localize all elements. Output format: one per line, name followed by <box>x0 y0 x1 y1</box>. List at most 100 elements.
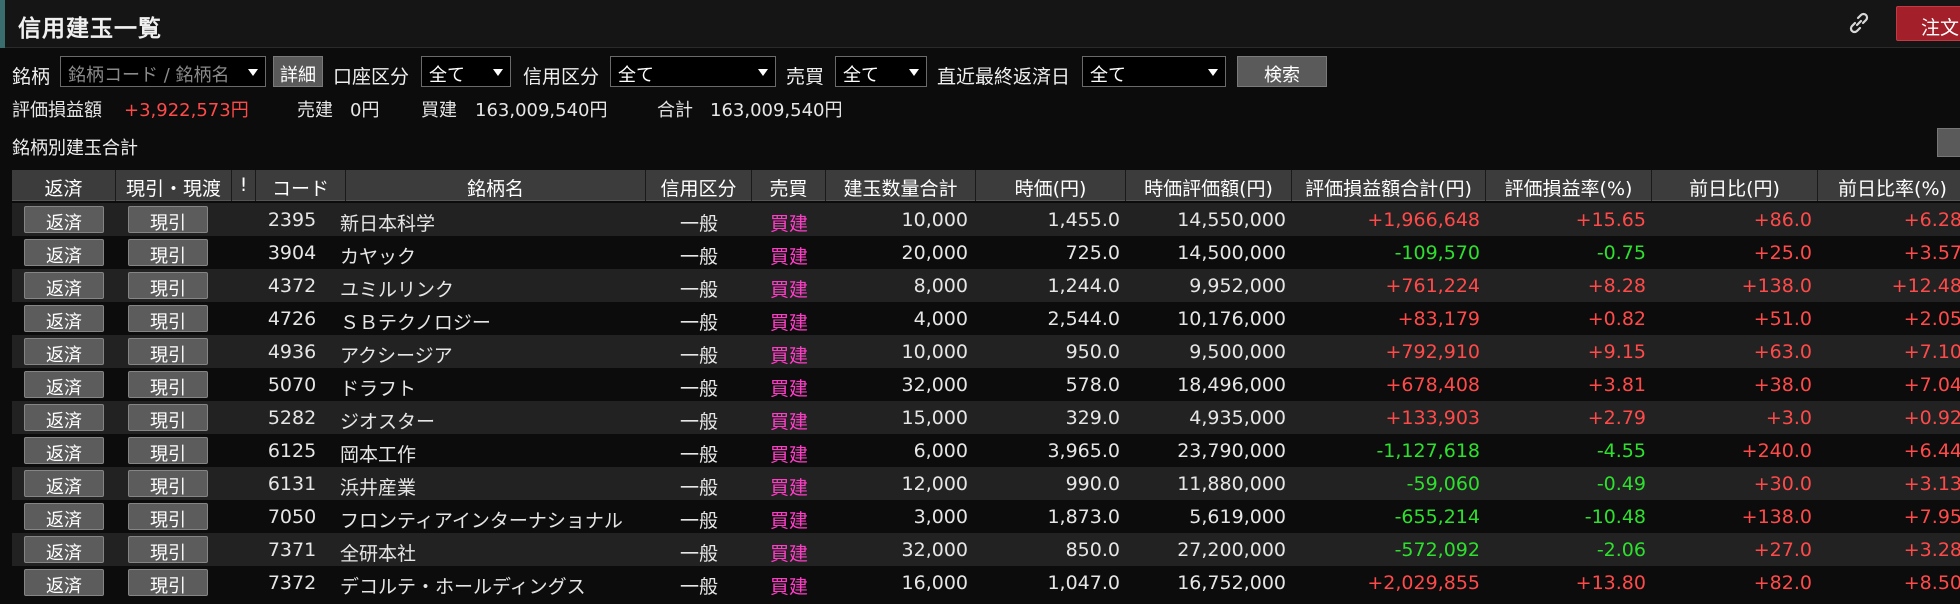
name-cell[interactable]: 浜井産業 <box>340 467 660 500</box>
repay-button[interactable]: 返済 <box>24 239 104 267</box>
pl-rate-cell: +2.79 <box>1587 407 1646 429</box>
name-cell[interactable]: デコルテ・ホールディングス <box>340 566 660 599</box>
chevron-down-icon <box>493 69 503 76</box>
genbiki-button[interactable]: 現引 <box>128 371 208 399</box>
repay-button[interactable]: 返済 <box>24 305 104 333</box>
due-select[interactable]: 全て <box>1082 56 1226 87</box>
value-cell: 16,752,000 <box>1177 572 1286 594</box>
th-qty[interactable]: 建玉数量合計 <box>826 170 976 201</box>
order-button[interactable]: 注文 <box>1896 6 1960 41</box>
name-cell[interactable]: フロンティアインターナショナル <box>340 500 660 533</box>
table-row[interactable]: 返済 現引 2395 新日本科学 一般 買建 10,000 1,455.0 14,550,000… <box>12 203 1960 236</box>
repay-button[interactable]: 返済 <box>24 470 104 498</box>
name-cell[interactable]: ＳＢテクノロジー <box>340 302 660 335</box>
chevron-down-icon <box>248 69 258 76</box>
repay-button[interactable]: 返済 <box>24 404 104 432</box>
code-cell[interactable]: 4726 <box>256 302 328 335</box>
code-cell[interactable]: 7371 <box>256 533 328 566</box>
link-icon[interactable] <box>1846 10 1872 36</box>
value-cell: 11,880,000 <box>1177 473 1286 495</box>
table-row[interactable]: 返済 現引 4726 ＳＢテクノロジー 一般 買建 4,000 2,544.0 10,176,0… <box>12 302 1960 335</box>
code-cell[interactable]: 5070 <box>256 368 328 401</box>
repay-button[interactable]: 返済 <box>24 272 104 300</box>
code-cell[interactable]: 5282 <box>256 401 328 434</box>
th-code[interactable]: コード <box>256 170 346 201</box>
code-cell[interactable]: 2395 <box>256 203 328 236</box>
genbiki-button[interactable]: 現引 <box>128 437 208 465</box>
repay-button[interactable]: 返済 <box>24 371 104 399</box>
repay-button[interactable]: 返済 <box>24 206 104 234</box>
th-name[interactable]: 銘柄名 <box>346 170 646 201</box>
credit-cell: 一般 <box>679 510 718 532</box>
detail-button[interactable]: 詳細 <box>273 56 323 87</box>
sell-label: 売建 <box>297 100 333 121</box>
pl-cell: +678,408 <box>1385 374 1481 396</box>
th-side[interactable]: 売買 <box>752 170 826 201</box>
repay-button[interactable]: 返済 <box>24 569 104 597</box>
genbiki-button[interactable]: 現引 <box>128 239 208 267</box>
side-cell: 買建 <box>769 411 808 433</box>
table-row[interactable]: 返済 現引 3904 カヤック 一般 買建 20,000 725.0 14,500,000 -10… <box>12 236 1960 269</box>
meigara-input[interactable]: 銘柄コード / 銘柄名 <box>60 56 266 87</box>
account-select[interactable]: 全て <box>421 56 511 87</box>
th-credit[interactable]: 信用区分 <box>646 170 752 201</box>
repay-button[interactable]: 返済 <box>24 536 104 564</box>
repay-button[interactable]: 返済 <box>24 338 104 366</box>
code-cell[interactable]: 6125 <box>256 434 328 467</box>
genbiki-button[interactable]: 現引 <box>128 272 208 300</box>
name-cell[interactable]: 全研本社 <box>340 533 660 566</box>
genbiki-button[interactable]: 現引 <box>128 503 208 531</box>
trade-select[interactable]: 全て <box>835 56 927 87</box>
genbiki-button[interactable]: 現引 <box>128 569 208 597</box>
genbiki-button[interactable]: 現引 <box>128 470 208 498</box>
th-alert[interactable]: ! <box>232 170 256 201</box>
repay-button[interactable]: 返済 <box>24 503 104 531</box>
name-cell[interactable]: アクシージア <box>340 335 660 368</box>
genbiki-button[interactable]: 現引 <box>128 536 208 564</box>
table-row[interactable]: 返済 現引 7371 全研本社 一般 買建 32,000 850.0 27,200,000 -57… <box>12 533 1960 566</box>
th-price[interactable]: 時価(円) <box>976 170 1126 201</box>
repay-button[interactable]: 返済 <box>24 437 104 465</box>
chg-rate-cell: +8.50 <box>1903 572 1960 594</box>
code-cell[interactable]: 4372 <box>256 269 328 302</box>
code-cell[interactable]: 7050 <box>256 500 328 533</box>
code-cell[interactable]: 3904 <box>256 236 328 269</box>
credit-cell: 一般 <box>679 477 718 499</box>
th-repay[interactable]: 返済 <box>12 170 116 201</box>
th-pl-rate[interactable]: 評価損益率(%) <box>1486 170 1652 201</box>
chg-rate-cell: +12.48 <box>1891 275 1960 297</box>
name-cell[interactable]: 岡本工作 <box>340 434 660 467</box>
table-row[interactable]: 返済 現引 6125 岡本工作 一般 買建 6,000 3,965.0 23,790,000 -1… <box>12 434 1960 467</box>
name-cell[interactable]: ユミルリンク <box>340 269 660 302</box>
genbiki-button[interactable]: 現引 <box>128 305 208 333</box>
name-cell[interactable]: ドラフト <box>340 368 660 401</box>
th-chg[interactable]: 前日比(円) <box>1652 170 1818 201</box>
sell-value: 0円 <box>350 100 380 121</box>
code-cell[interactable]: 7372 <box>256 566 328 599</box>
table-row[interactable]: 返済 現引 4372 ユミルリンク 一般 買建 8,000 1,244.0 9,952,000 +… <box>12 269 1960 302</box>
pl-rate-cell: -0.49 <box>1596 473 1646 495</box>
table-row[interactable]: 返済 現引 5282 ジオスター 一般 買建 15,000 329.0 4,935,000 +13… <box>12 401 1960 434</box>
th-chg-rate[interactable]: 前日比率(%) <box>1818 170 1960 201</box>
table-row[interactable]: 返済 現引 7050 フロンティアインターナショナル 一般 買建 3,000 1,873.0 5… <box>12 500 1960 533</box>
name-cell[interactable]: 新日本科学 <box>340 203 660 236</box>
credit-select[interactable]: 全て <box>610 56 776 87</box>
th-pl[interactable]: 評価損益額合計(円) <box>1292 170 1486 201</box>
th-value[interactable]: 時価評価額(円) <box>1126 170 1292 201</box>
column-settings-button[interactable] <box>1937 128 1960 157</box>
section-label: 銘柄別建玉合計 <box>12 138 138 159</box>
table-row[interactable]: 返済 現引 4936 アクシージア 一般 買建 10,000 950.0 9,500,000 +7… <box>12 335 1960 368</box>
name-cell[interactable]: カヤック <box>340 236 660 269</box>
code-cell[interactable]: 4936 <box>256 335 328 368</box>
search-button[interactable]: 検索 <box>1237 56 1327 87</box>
chg-cell: +27.0 <box>1753 539 1812 561</box>
genbiki-button[interactable]: 現引 <box>128 404 208 432</box>
table-row[interactable]: 返済 現引 6131 浜井産業 一般 買建 12,000 990.0 11,880,000 -59… <box>12 467 1960 500</box>
name-cell[interactable]: ジオスター <box>340 401 660 434</box>
th-genbiki[interactable]: 現引・現渡 <box>116 170 232 201</box>
genbiki-button[interactable]: 現引 <box>128 338 208 366</box>
genbiki-button[interactable]: 現引 <box>128 206 208 234</box>
table-row[interactable]: 返済 現引 5070 ドラフト 一般 買建 32,000 578.0 18,496,000 +67… <box>12 368 1960 401</box>
table-row[interactable]: 返済 現引 7372 デコルテ・ホールディングス 一般 買建 16,000 1,047.0 16… <box>12 566 1960 599</box>
code-cell[interactable]: 6131 <box>256 467 328 500</box>
